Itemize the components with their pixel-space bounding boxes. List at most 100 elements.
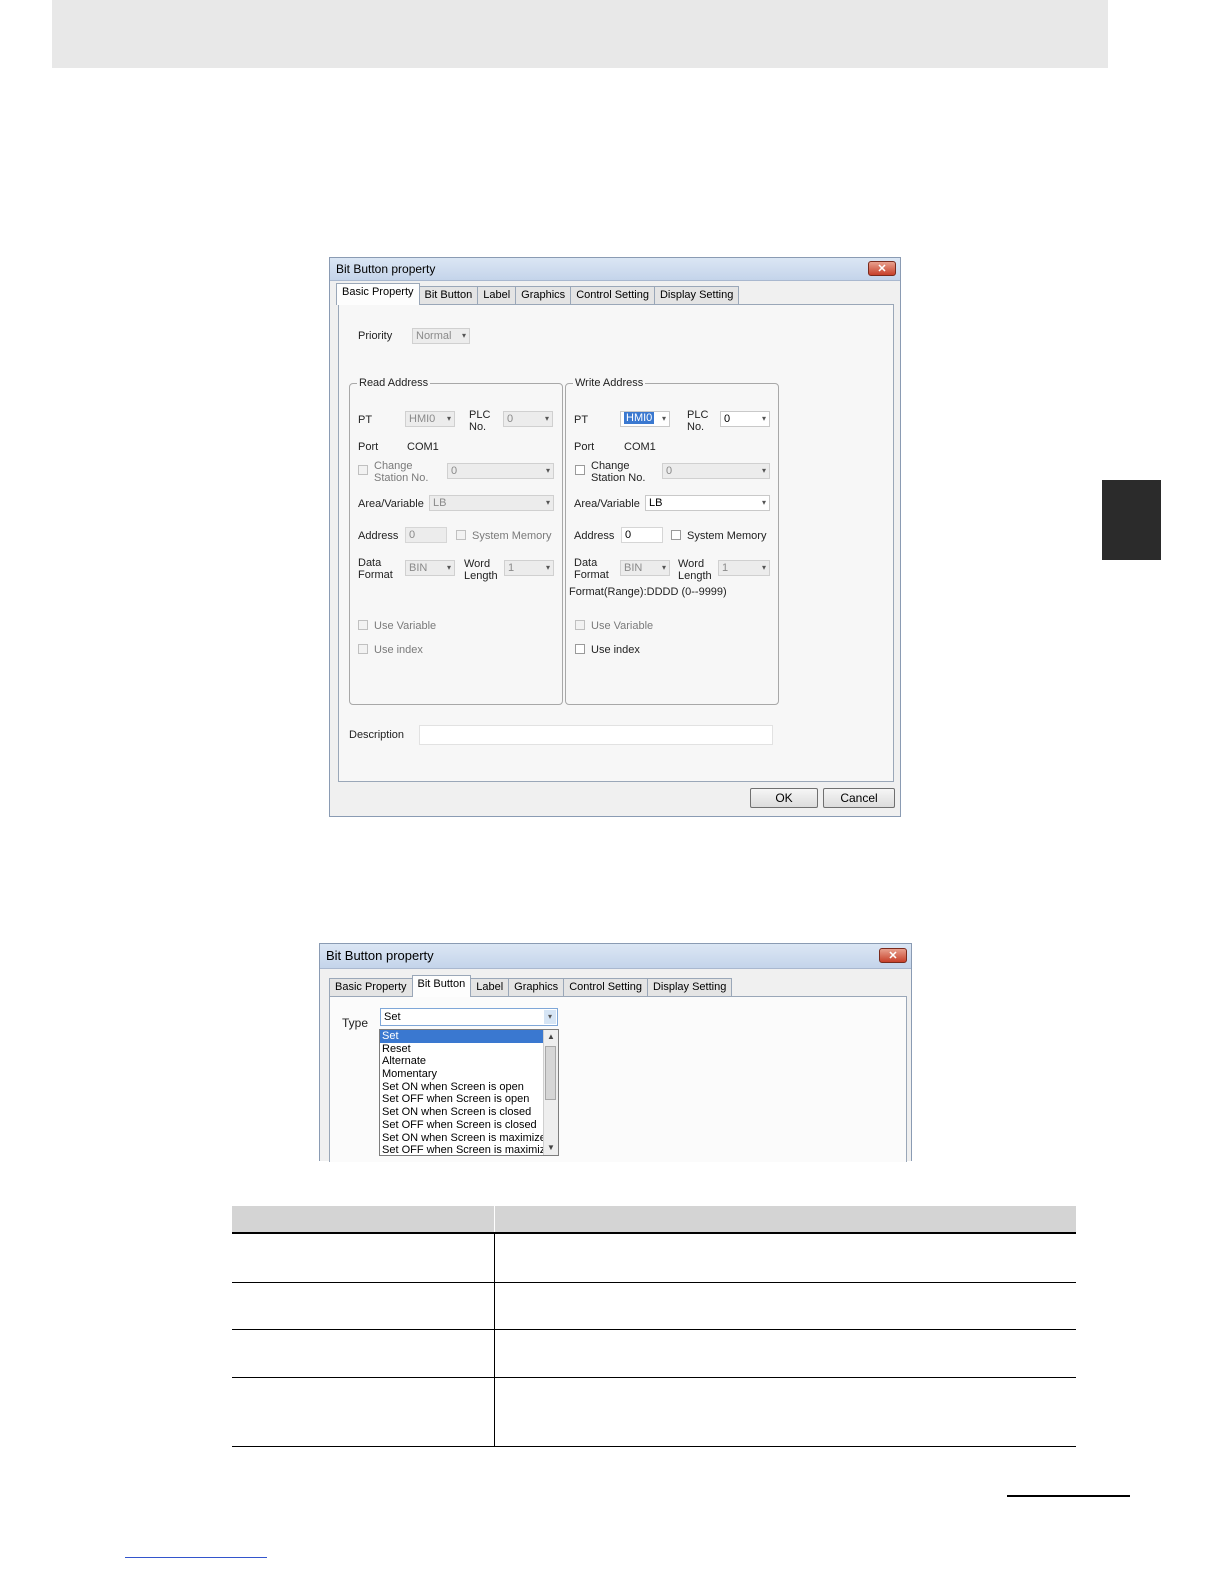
write-station-no-label: Station No. [591,472,646,484]
write-plc-no-label: No. [687,421,705,433]
table-row [232,1329,1076,1378]
read-data-format-select[interactable]: BIN ▾ [405,560,455,576]
read-station-no-label: Station No. [374,472,429,484]
chevron-down-icon: ▾ [446,563,451,572]
chevron-down-icon: ▾ [544,414,549,423]
tab-control-setting[interactable]: Control Setting [570,286,655,305]
footer-rule [1007,1495,1130,1497]
close-icon: ✕ [877,263,887,275]
tab-bit-button[interactable]: Bit Button [411,975,472,997]
type-option-set-on-open[interactable]: Set ON when Screen is open [380,1081,558,1094]
basic-property-panel: Priority Normal ▾ Read Address PT HMI0 ▾ P… [338,304,894,782]
dialog-title: Bit Button property [326,948,434,963]
dialog-title: Bit Button property [336,262,436,276]
scroll-down-icon[interactable]: ▼ [544,1141,558,1155]
chevron-down-icon: ▾ [761,414,766,423]
type-option-set-on-closed[interactable]: Set ON when Screen is closed [380,1106,558,1119]
write-change-station-checkbox[interactable] [575,465,585,475]
footer-link-underline [125,1557,267,1558]
ok-button[interactable]: OK [750,788,818,808]
chevron-down-icon: ▾ [461,331,466,340]
write-area-label: Area/Variable [574,498,640,510]
type-select[interactable]: Set ▾ [380,1008,558,1026]
chevron-down-icon: ▾ [761,466,766,475]
tab-control-setting[interactable]: Control Setting [563,978,648,997]
tab-bar: Basic Property Bit Button Label Graphics… [336,283,740,305]
chevron-down-icon: ▾ [545,498,550,507]
type-option-alternate[interactable]: Alternate [380,1055,558,1068]
table-header-cell [232,1206,495,1234]
close-button[interactable]: ✕ [879,948,907,963]
cancel-button[interactable]: Cancel [823,788,895,808]
close-icon: ✕ [888,950,898,962]
read-plc-label: PLC [469,409,491,421]
write-port-value: COM1 [624,441,656,453]
tab-graphics[interactable]: Graphics [515,286,572,305]
dropdown-scrollbar[interactable]: ▲ ▼ [543,1030,558,1155]
write-pt-select[interactable]: HMI0 ▾ [620,411,670,427]
table-row [232,1377,1076,1447]
read-area-select[interactable]: LB ▾ [429,495,554,511]
chevron-down-icon: ▾ [761,498,766,507]
table-row [232,1282,1076,1330]
read-port-label: Port [358,441,379,453]
description-input[interactable] [419,725,773,745]
write-format-label: Format [574,569,609,581]
write-address-title: Write Address [573,377,646,389]
tab-label[interactable]: Label [477,286,517,305]
read-pt-label: PT [358,414,373,426]
bit-button-panel: Type Set ▾ Set Reset Alternate Momentary… [329,996,907,1162]
tab-graphics[interactable]: Graphics [508,978,565,997]
read-area-label: Area/Variable [358,498,424,510]
read-use-index-checkbox[interactable] [358,644,368,654]
type-option-set-on-maximized[interactable]: Set ON when Screen is maximized [380,1132,558,1145]
write-system-memory-checkbox[interactable] [671,530,681,540]
write-area-select[interactable]: LB ▾ [645,495,770,511]
write-station-select[interactable]: 0 ▾ [662,463,770,479]
write-use-index-checkbox[interactable] [575,644,585,654]
write-word-length-select[interactable]: 1 ▾ [718,560,770,576]
type-option-momentary[interactable]: Momentary [380,1068,558,1081]
write-pt-label: PT [574,414,589,426]
type-option-set-off-open[interactable]: Set OFF when Screen is open [380,1093,558,1106]
tab-display-setting[interactable]: Display Setting [653,286,740,305]
read-word-length-select[interactable]: 1 ▾ [504,560,554,576]
tab-label[interactable]: Label [470,978,510,997]
read-plc-no-select[interactable]: 0 ▾ [503,411,553,427]
read-station-select[interactable]: 0 ▾ [447,463,554,479]
scroll-up-icon[interactable]: ▲ [544,1030,558,1044]
write-data-format-select[interactable]: BIN ▾ [620,560,670,576]
table-row [232,1233,1076,1283]
scroll-thumb[interactable] [545,1046,556,1100]
type-option-set[interactable]: Set [380,1030,558,1043]
tab-basic-property[interactable]: Basic Property [329,978,413,997]
tab-basic-property[interactable]: Basic Property [336,283,420,305]
write-use-variable-checkbox[interactable] [575,620,585,630]
read-address-label: Address [358,530,399,542]
priority-select[interactable]: Normal ▾ [412,328,470,344]
read-port-value: COM1 [407,441,439,453]
write-data-label: Data [574,557,598,569]
tab-bit-button[interactable]: Bit Button [418,286,479,305]
read-use-variable-checkbox[interactable] [358,620,368,630]
read-change-station-checkbox[interactable] [358,465,368,475]
write-plc-no-select[interactable]: 0 ▾ [720,411,770,427]
dialog-title-bar: Bit Button property ✕ [320,944,911,969]
write-word-label: Word [678,558,705,570]
read-address-input[interactable]: 0 [405,527,447,543]
close-button[interactable]: ✕ [868,261,896,276]
table-header-row [232,1206,1076,1234]
type-option-reset[interactable]: Reset [380,1043,558,1056]
read-pt-select[interactable]: HMI0 ▾ [405,411,455,427]
bit-button-property-dialog-type: Bit Button property ✕ Basic Property Bit… [319,943,912,1162]
read-system-memory-label: System Memory [472,530,552,542]
tab-display-setting[interactable]: Display Setting [646,978,733,997]
read-word-label: Word [464,558,491,570]
chevron-down-icon: ▾ [661,563,666,572]
type-option-set-off-closed[interactable]: Set OFF when Screen is closed [380,1119,558,1132]
read-system-memory-checkbox[interactable] [456,530,466,540]
write-pt-value: HMI0 [624,412,655,424]
write-address-input[interactable]: 0 [621,527,663,543]
type-option-set-off-maximized[interactable]: Set OFF when Screen is maximized [380,1144,558,1155]
type-label: Type [342,1016,369,1030]
